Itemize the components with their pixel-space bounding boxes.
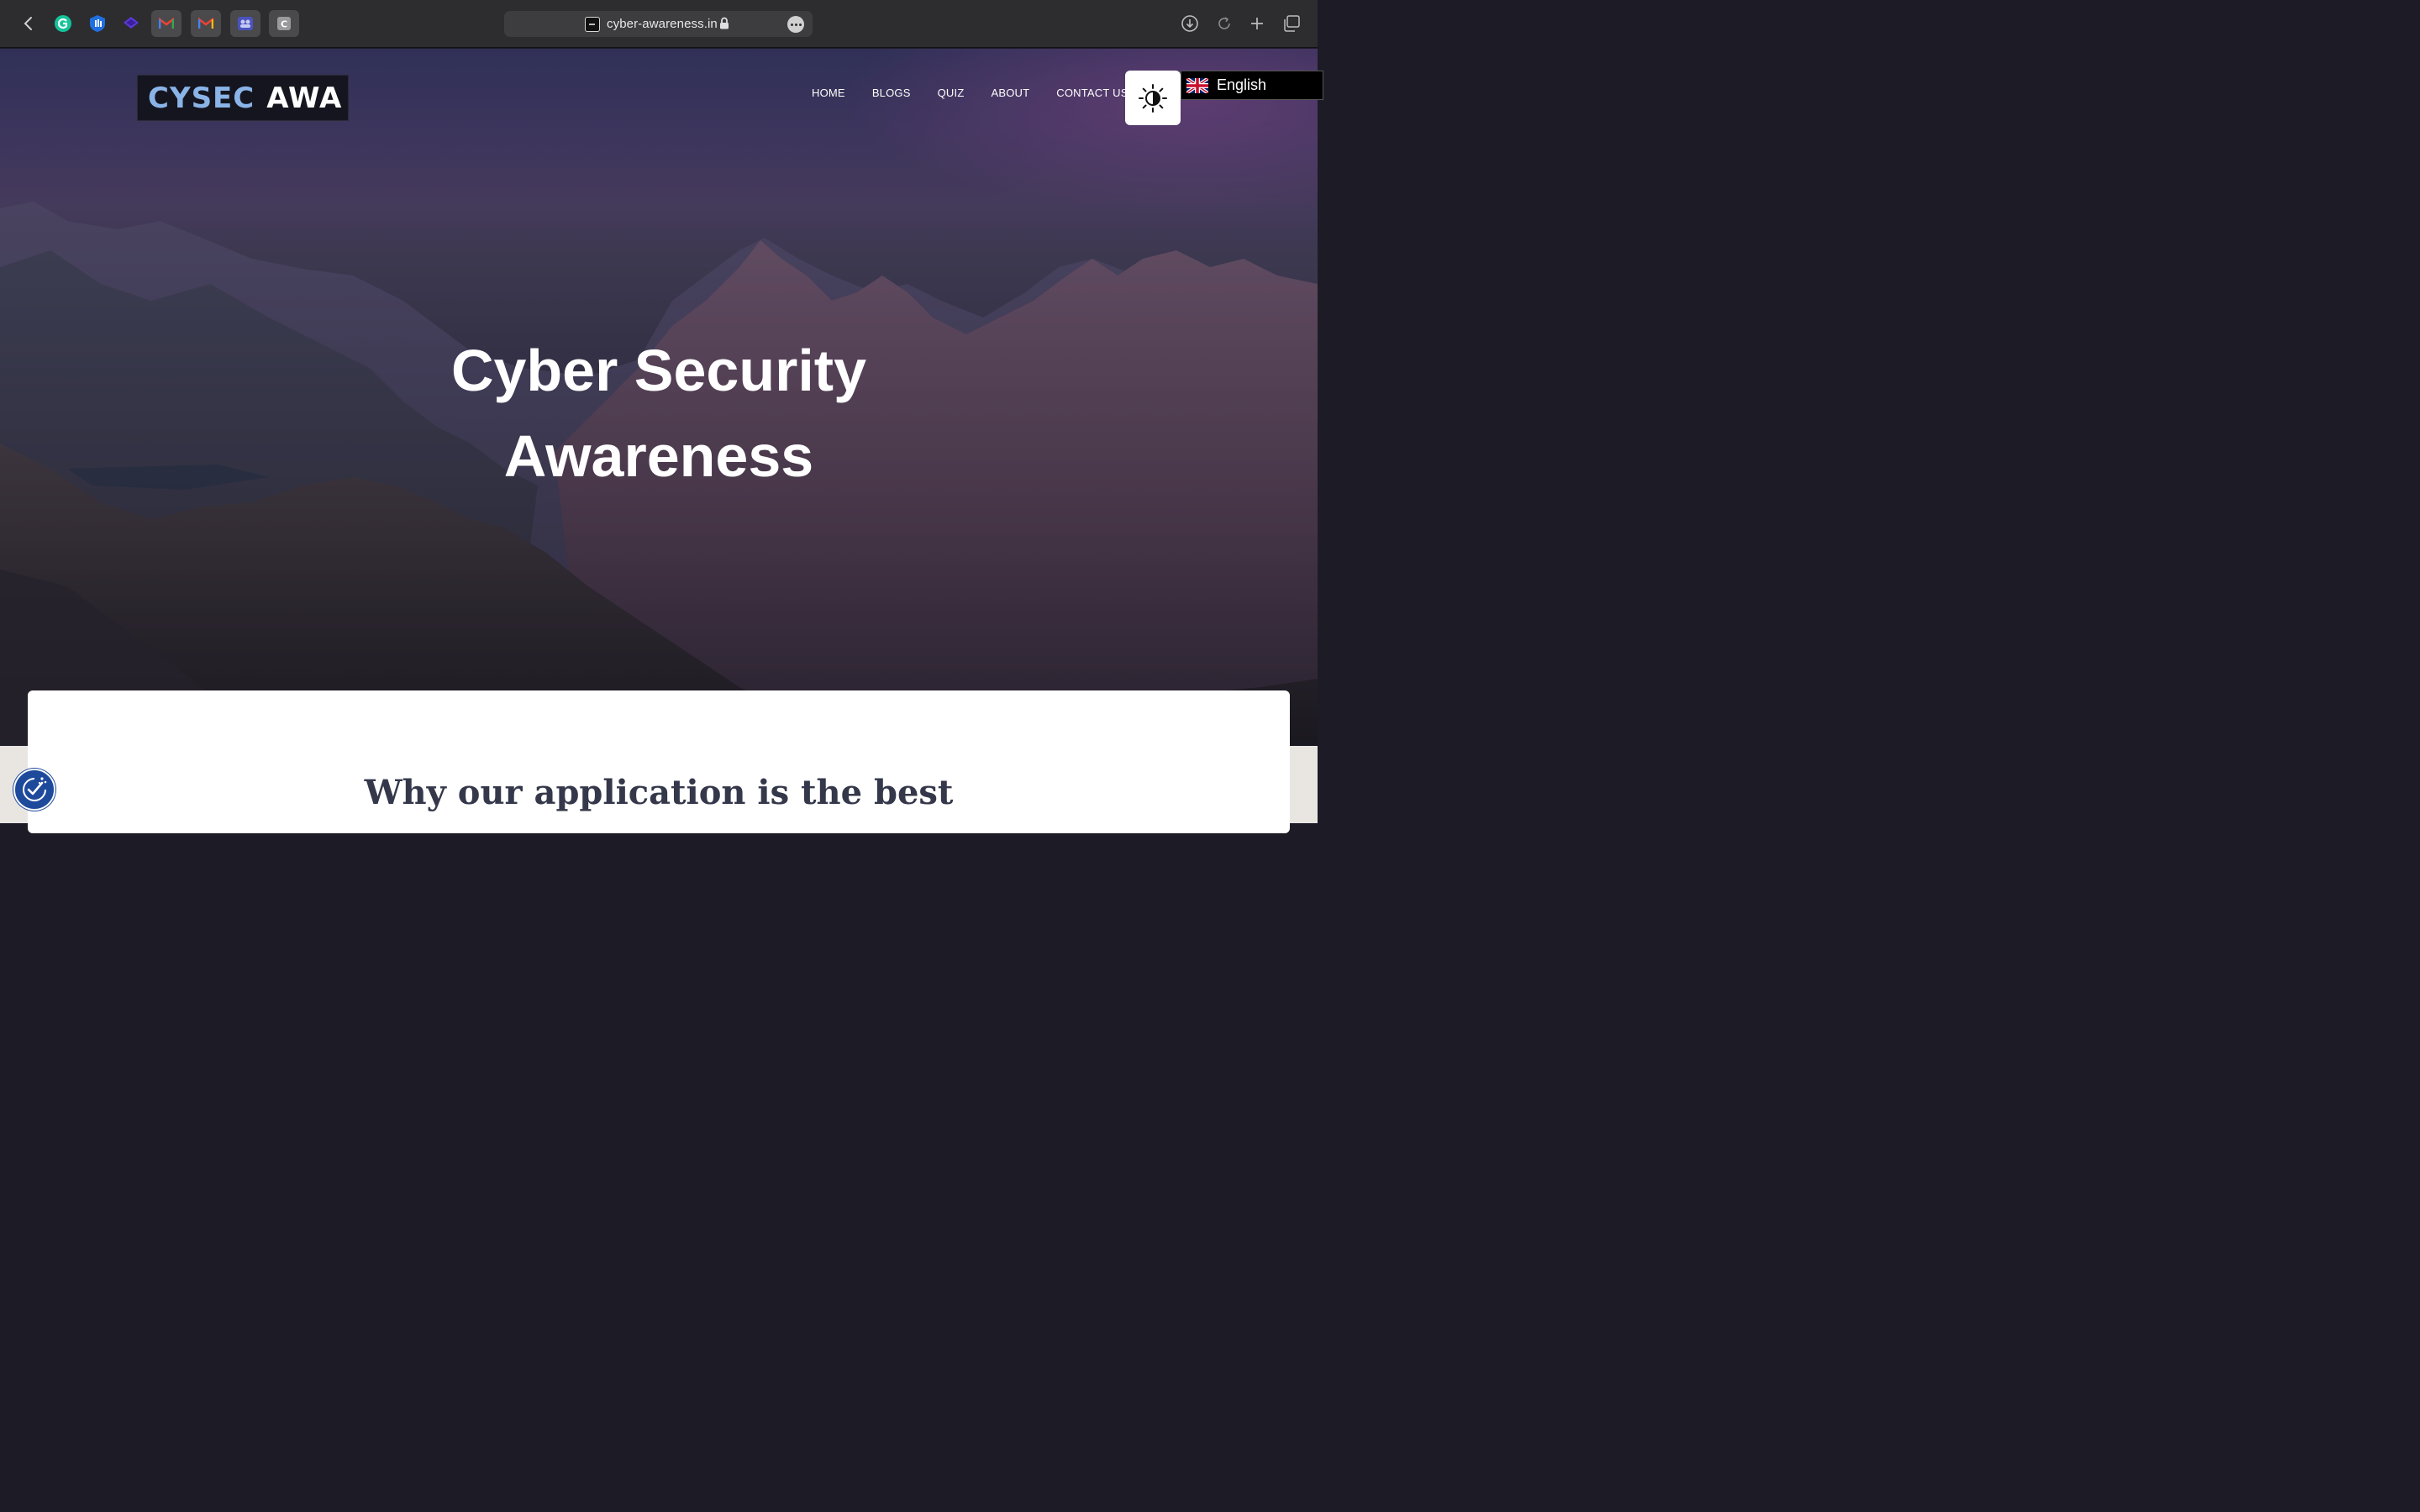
nav-blogs[interactable]: BLOGS xyxy=(872,87,911,99)
nav-quiz[interactable]: QUIZ xyxy=(938,87,965,99)
hand-icon xyxy=(90,15,105,32)
hero-title-line1: Cyber Security xyxy=(450,338,867,403)
reload-button[interactable] xyxy=(1213,13,1235,34)
brightness-icon xyxy=(1139,83,1167,113)
tabs-overview-icon xyxy=(1284,15,1300,32)
main-nav: HOME BLOGS QUIZ ABOUT CONTACT US xyxy=(812,87,1155,99)
gmail-tab[interactable] xyxy=(151,10,182,37)
gmail-tab-2[interactable] xyxy=(191,10,221,37)
chevron-left-icon xyxy=(24,17,32,30)
section-title: Why our application is the best xyxy=(364,773,954,812)
hero-title-line2: Awareness xyxy=(503,423,814,489)
tab-overview-button[interactable] xyxy=(1281,13,1302,34)
teams-tab[interactable] xyxy=(230,10,260,37)
language-label: English xyxy=(1217,76,1267,93)
gmail-icon xyxy=(159,18,174,29)
plus-icon xyxy=(1251,18,1263,29)
download-icon xyxy=(1181,15,1198,32)
svg-text:C: C xyxy=(281,19,287,30)
grammarly-icon xyxy=(55,15,71,32)
logo-text-primary: CYSEC xyxy=(148,81,255,115)
nav-contact-us[interactable]: CONTACT US xyxy=(1056,87,1128,99)
gmail-icon xyxy=(198,18,213,29)
stack-tab[interactable] xyxy=(116,10,146,37)
accessibility-icon xyxy=(23,777,47,801)
accessibility-button[interactable] xyxy=(13,769,55,811)
back-button[interactable] xyxy=(17,12,39,35)
lock-icon xyxy=(720,17,729,29)
c-tab[interactable]: C xyxy=(269,10,299,37)
hand-tab[interactable] xyxy=(82,10,113,37)
more-options-icon[interactable] xyxy=(787,16,804,33)
new-tab-button[interactable] xyxy=(1246,13,1268,34)
browser-toolbar: C cyber-awareness.in xyxy=(0,0,1318,48)
address-url: cyber-awareness.in xyxy=(607,17,718,31)
hero-title: Cyber Security Awareness xyxy=(0,328,1318,499)
theme-toggle-button[interactable] xyxy=(1125,71,1181,125)
teams-icon xyxy=(238,17,253,30)
downloads-button[interactable] xyxy=(1179,13,1201,34)
site-logo[interactable]: CYSEC AWA xyxy=(137,75,349,121)
grammarly-tab[interactable] xyxy=(48,10,78,37)
uk-flag-icon xyxy=(1186,77,1208,93)
c-icon: C xyxy=(277,17,291,30)
reload-icon xyxy=(1218,17,1230,29)
site-favicon-icon xyxy=(585,17,600,32)
address-bar[interactable]: cyber-awareness.in xyxy=(504,11,813,37)
language-selector[interactable]: English xyxy=(1181,71,1323,100)
nav-home[interactable]: HOME xyxy=(812,87,845,99)
nav-about[interactable]: ABOUT xyxy=(991,87,1029,99)
logo-text-secondary: AWA xyxy=(266,81,343,115)
stack-icon xyxy=(124,17,139,29)
